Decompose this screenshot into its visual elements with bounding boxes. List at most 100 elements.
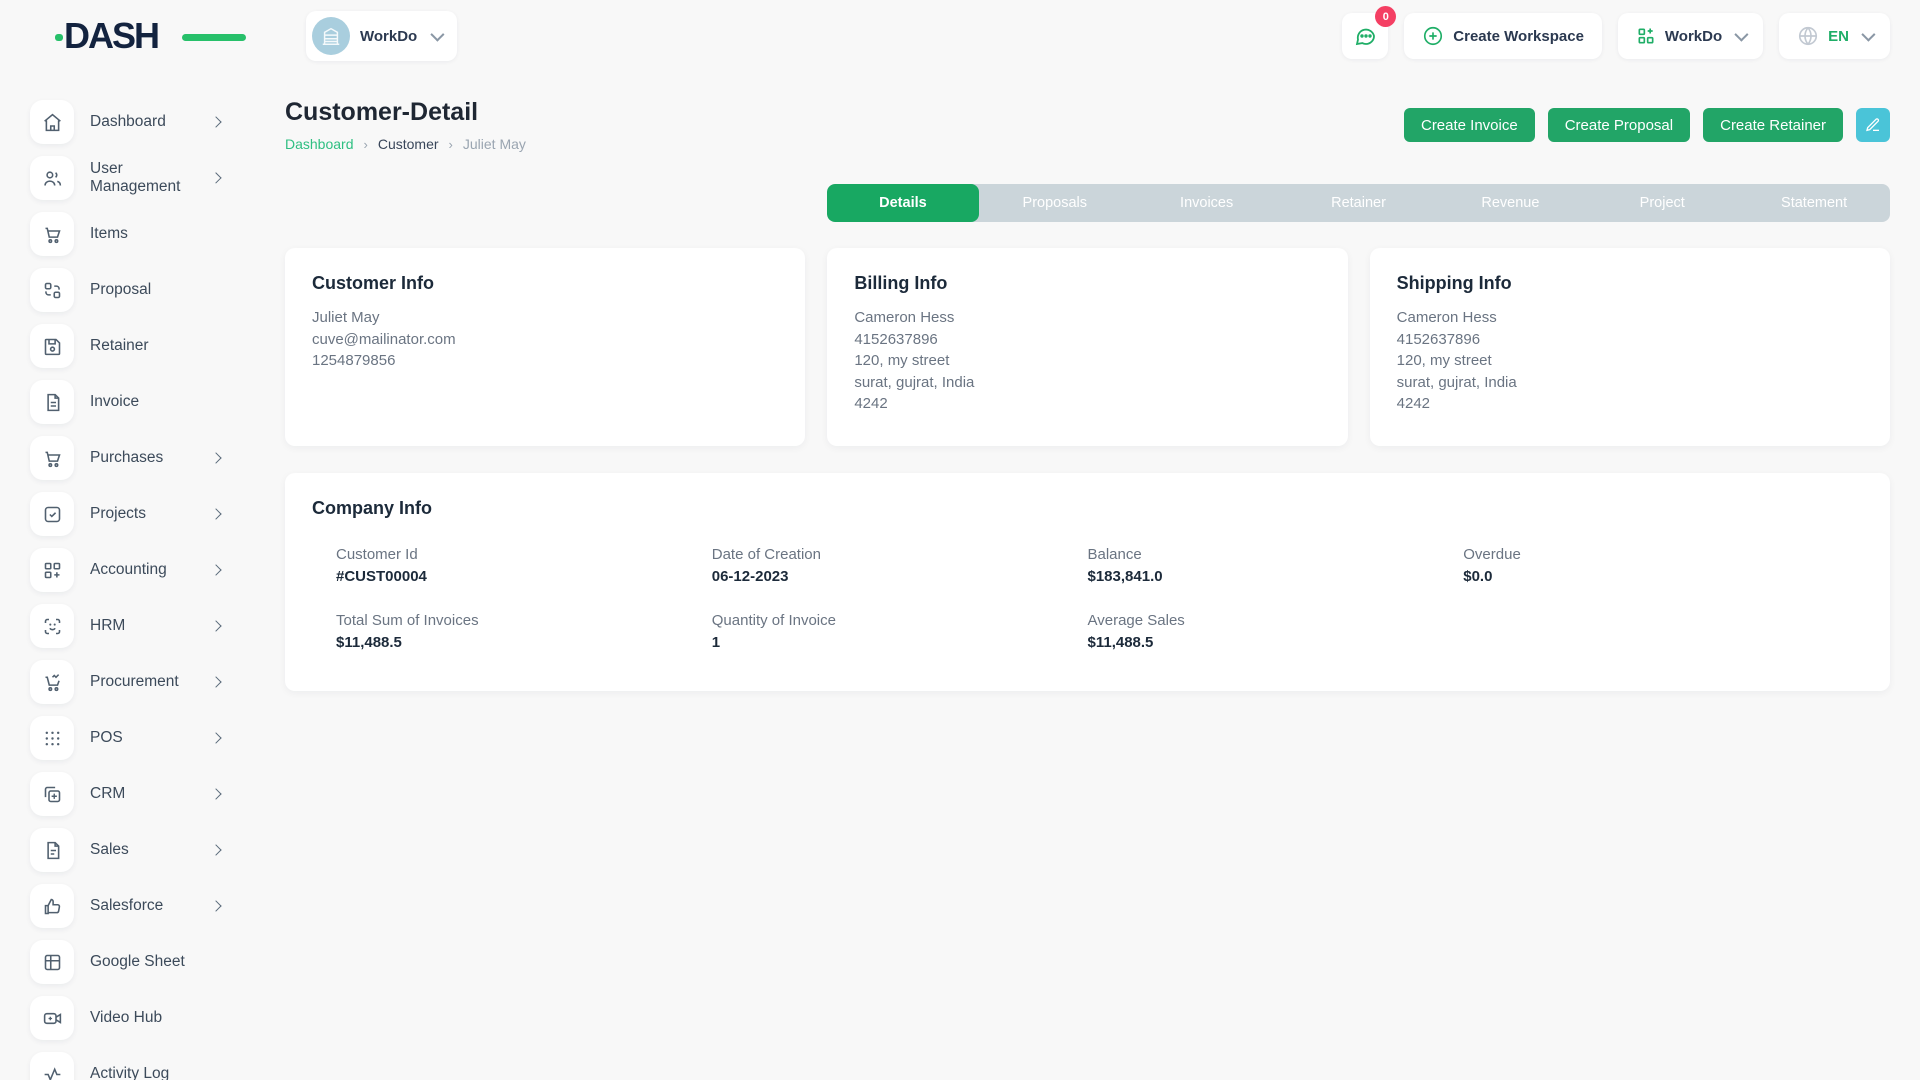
- sidebar-item-retainer[interactable]: Retainer: [0, 318, 256, 374]
- chevron-down-icon: [1734, 28, 1748, 42]
- messages-badge: 0: [1375, 6, 1396, 27]
- messages-button[interactable]: 0: [1342, 13, 1388, 59]
- sidebar-item-hrm[interactable]: HRM: [0, 598, 256, 654]
- check-square-icon: [30, 492, 74, 536]
- chevron-right-icon: [210, 116, 221, 127]
- stat-label: Customer Id: [336, 546, 712, 563]
- sidebar-item-items[interactable]: Items: [0, 206, 256, 262]
- cart-icon: [30, 212, 74, 256]
- apps-dropdown[interactable]: WorkDo: [1618, 13, 1763, 59]
- stat-total-sum-of-invoices: Total Sum of Invoices $11,488.5: [336, 612, 712, 651]
- sidebar-item-label: Sales: [90, 841, 129, 859]
- stat-value: $0.0: [1463, 568, 1839, 585]
- language-code: EN: [1828, 28, 1849, 45]
- sidebar-item-user-management[interactable]: User Management: [0, 150, 256, 206]
- sidebar-item-label: Activity Log: [90, 1065, 169, 1080]
- sidebar-item-invoice[interactable]: Invoice: [0, 374, 256, 430]
- shipping-name: Cameron Hess: [1397, 307, 1863, 329]
- thumbs-up-icon: [30, 884, 74, 928]
- customer-name: Juliet May: [312, 307, 778, 329]
- logo-accent-dot: [55, 34, 63, 41]
- copy-icon: [30, 772, 74, 816]
- shipping-phone: 4152637896: [1397, 329, 1863, 351]
- stat-value: $11,488.5: [1088, 634, 1464, 651]
- sidebar-item-label: HRM: [90, 617, 125, 635]
- shipping-street: 120, my street: [1397, 350, 1863, 372]
- breadcrumb-separator-icon: ›: [364, 137, 368, 152]
- sidebar-item-label: Procurement: [90, 673, 179, 691]
- sidebar-item-sales[interactable]: Sales: [0, 822, 256, 878]
- sidebar-item-purchases[interactable]: Purchases: [0, 430, 256, 486]
- chevron-right-icon: [210, 620, 221, 631]
- company-info-card: Company Info Customer Id #CUST00004 Date…: [285, 473, 1890, 691]
- sidebar-item-accounting[interactable]: Accounting: [0, 542, 256, 598]
- sidebar-item-salesforce[interactable]: Salesforce: [0, 878, 256, 934]
- sidebar-item-label: Google Sheet: [90, 953, 185, 971]
- card-title: Company Info: [312, 498, 1863, 519]
- sidebar-item-label: Accounting: [90, 561, 167, 579]
- sidebar-item-procurement[interactable]: Procurement: [0, 654, 256, 710]
- brand-name: DASH: [64, 18, 158, 54]
- billing-phone: 4152637896: [854, 329, 1320, 351]
- sidebar-item-activity-log[interactable]: Activity Log: [0, 1046, 256, 1080]
- stat-overdue: Overdue $0.0: [1463, 546, 1839, 585]
- shipping-city: surat, gujrat, India: [1397, 372, 1863, 394]
- chevron-right-icon: [210, 676, 221, 687]
- billing-info-card: Billing Info Cameron Hess 4152637896 120…: [827, 248, 1347, 446]
- sidebar-item-crm[interactable]: CRM: [0, 766, 256, 822]
- sidebar-item-video-hub[interactable]: Video Hub: [0, 990, 256, 1046]
- sidebar-item-label: Projects: [90, 505, 146, 523]
- create-retainer-button[interactable]: Create Retainer: [1703, 108, 1843, 142]
- chevron-right-icon: [210, 732, 221, 743]
- tab-details[interactable]: Details: [827, 184, 979, 222]
- chevron-right-icon: [210, 844, 221, 855]
- breadcrumb-customer-link[interactable]: Customer: [378, 136, 439, 152]
- edit-customer-button[interactable]: [1856, 108, 1890, 142]
- create-workspace-button[interactable]: Create Workspace: [1404, 13, 1602, 59]
- create-invoice-button[interactable]: Create Invoice: [1404, 108, 1535, 142]
- billing-name: Cameron Hess: [854, 307, 1320, 329]
- tab-statement[interactable]: Statement: [1738, 184, 1890, 222]
- stat-value: $183,841.0: [1088, 568, 1464, 585]
- shipping-info-card: Shipping Info Cameron Hess 4152637896 12…: [1370, 248, 1890, 446]
- sidebar-item-dashboard[interactable]: Dashboard: [0, 94, 256, 150]
- billing-street: 120, my street: [854, 350, 1320, 372]
- breadcrumb-separator-icon: ›: [449, 137, 453, 152]
- chevron-right-icon: [210, 900, 221, 911]
- company-stats-grid: Customer Id #CUST00004 Date of Creation …: [312, 532, 1863, 651]
- cart-icon: [30, 436, 74, 480]
- grid-plus-icon: [30, 548, 74, 592]
- chevron-down-icon: [1861, 28, 1875, 42]
- grid-plus-icon: [1636, 26, 1656, 46]
- tab-invoices[interactable]: Invoices: [1131, 184, 1283, 222]
- create-proposal-button[interactable]: Create Proposal: [1548, 108, 1690, 142]
- sidebar-item-label: Proposal: [90, 281, 151, 299]
- stat-label: Total Sum of Invoices: [336, 612, 712, 629]
- tab-proposals[interactable]: Proposals: [979, 184, 1131, 222]
- language-selector[interactable]: EN: [1779, 13, 1890, 59]
- sidebar-item-label: Invoice: [90, 393, 139, 411]
- breadcrumb: Dashboard › Customer › Juliet May: [285, 136, 526, 152]
- file-invoice-icon: [30, 380, 74, 424]
- tab-retainer[interactable]: Retainer: [1283, 184, 1435, 222]
- workspace-selector[interactable]: WorkDo: [306, 11, 457, 61]
- sidebar-item-projects[interactable]: Projects: [0, 486, 256, 542]
- workspace-name: WorkDo: [360, 28, 417, 45]
- stat-quantity-of-invoice: Quantity of Invoice 1: [712, 612, 1088, 651]
- tab-revenue[interactable]: Revenue: [1434, 184, 1586, 222]
- brand-logo[interactable]: DASH: [64, 16, 214, 56]
- customer-email: cuve@mailinator.com: [312, 329, 778, 351]
- tab-project[interactable]: Project: [1586, 184, 1738, 222]
- breadcrumb-dashboard-link[interactable]: Dashboard: [285, 136, 354, 152]
- stat-customer-id: Customer Id #CUST00004: [336, 546, 712, 585]
- header-right-cluster: 0 Create Workspace WorkDo EN: [1342, 13, 1890, 59]
- activity-icon: [30, 1052, 74, 1080]
- card-title: Customer Info: [312, 273, 778, 294]
- users-icon: [30, 156, 74, 200]
- sidebar-item-label: Purchases: [90, 449, 163, 467]
- stat-balance: Balance $183,841.0: [1088, 546, 1464, 585]
- sidebar-item-google-sheet[interactable]: Google Sheet: [0, 934, 256, 990]
- sidebar-item-pos[interactable]: POS: [0, 710, 256, 766]
- chevron-right-icon: [210, 452, 221, 463]
- sidebar-item-proposal[interactable]: Proposal: [0, 262, 256, 318]
